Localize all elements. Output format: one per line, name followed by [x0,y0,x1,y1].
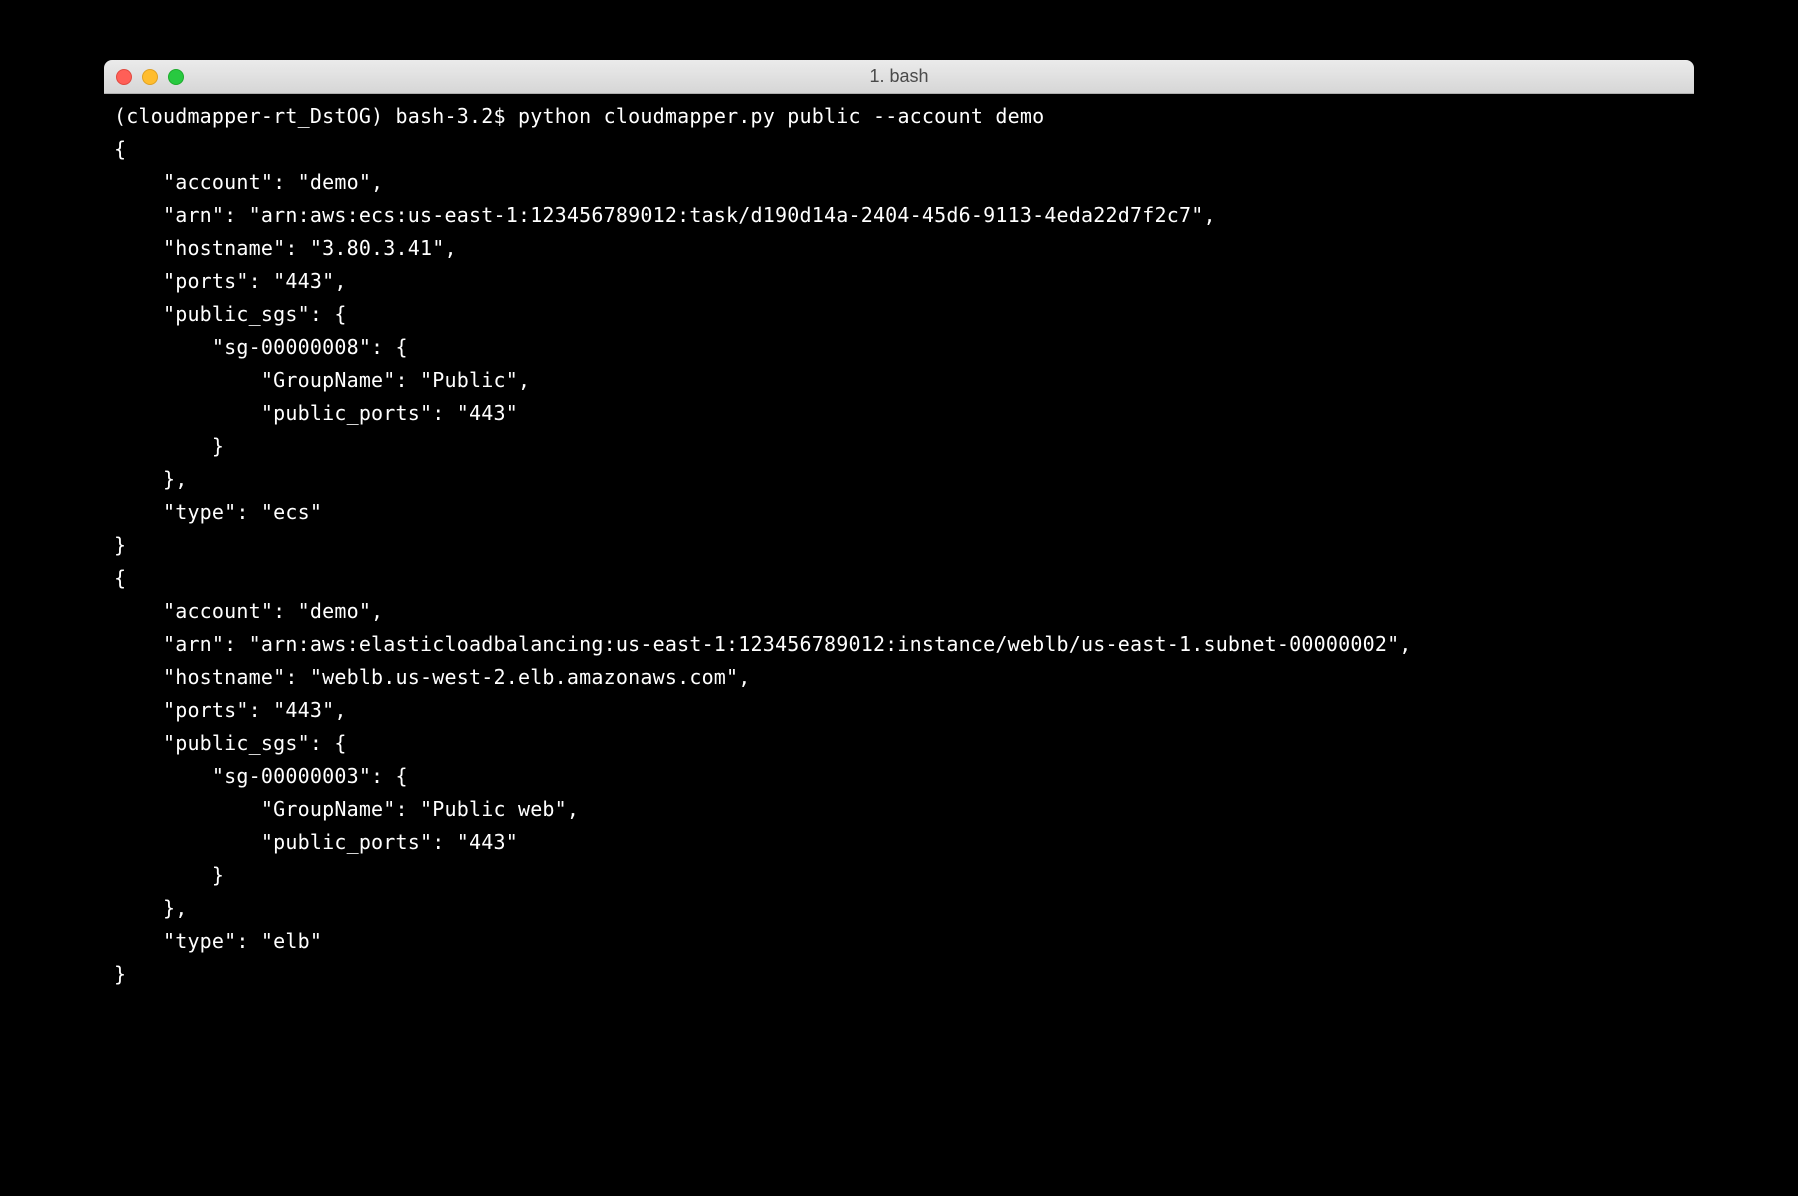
prompt-text: (cloudmapper-rt_DstOG) bash-3.2$ [114,104,518,128]
command-text: python cloudmapper.py public --account d… [518,104,1044,128]
traffic-lights [116,69,184,85]
window-title: 1. bash [104,66,1694,87]
terminal-body[interactable]: (cloudmapper-rt_DstOG) bash-3.2$ python … [104,94,1694,1191]
maximize-icon[interactable] [168,69,184,85]
window-titlebar: 1. bash [104,60,1694,94]
close-icon[interactable] [116,69,132,85]
terminal-output: { "account": "demo", "arn": "arn:aws:ecs… [114,137,1412,986]
minimize-icon[interactable] [142,69,158,85]
terminal-window: 1. bash (cloudmapper-rt_DstOG) bash-3.2$… [104,60,1694,1191]
